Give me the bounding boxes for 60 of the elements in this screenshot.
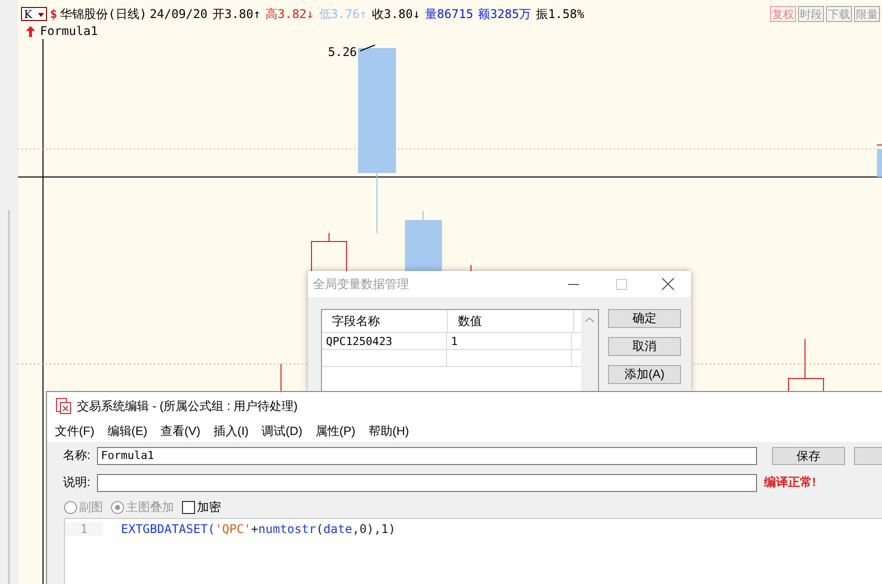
quote-value: 收3.80: [372, 6, 413, 22]
menu-item[interactable]: 调试(D): [262, 422, 302, 440]
save-button[interactable]: 保存: [772, 446, 845, 464]
leader-line: [360, 44, 376, 52]
close-icon[interactable]: [662, 278, 674, 290]
option-label: 副图: [79, 498, 103, 516]
candlestick: [876, 144, 882, 177]
menu-item[interactable]: 帮助(H): [368, 422, 409, 440]
document-icon: [55, 398, 71, 414]
quote-value: 额3285万: [478, 6, 532, 22]
menu-item[interactable]: 编辑(E): [107, 422, 148, 440]
stock-name: 华锦股份(日线): [60, 6, 147, 22]
option-label: 加密: [197, 498, 221, 516]
column-header: 数值: [448, 310, 574, 332]
field-label: 名称:: [63, 447, 92, 464]
dialog-button[interactable]: 确定: [608, 309, 681, 328]
up-arrow-icon: [26, 26, 35, 36]
menu-item[interactable]: 属性(P): [315, 422, 356, 440]
arrow-icon: ↑: [253, 7, 261, 21]
quote-value: 低3.76: [318, 6, 360, 22]
quote-value: 开3.80: [212, 6, 254, 22]
line-number: 1: [65, 522, 103, 536]
candlestick: [311, 232, 347, 272]
table-cell: QPC1250423: [322, 333, 447, 349]
description-field[interactable]: [97, 474, 757, 492]
scroll-up-icon[interactable]: [585, 317, 594, 323]
quote-date: 24/09/20: [150, 7, 208, 21]
period-button[interactable]: K: [21, 7, 47, 21]
arrow-icon: ↑: [360, 7, 367, 21]
quote-value: 量86715: [425, 6, 474, 22]
candlestick: [405, 210, 442, 271]
market-mark: $: [50, 7, 58, 21]
button[interactable]: [854, 446, 882, 464]
dialog-button[interactable]: 添加(A): [608, 365, 681, 384]
column-header: 字段名称: [322, 310, 448, 332]
candlestick: [788, 338, 824, 392]
menu-item[interactable]: 插入(I): [213, 422, 249, 440]
candlestick: [280, 364, 282, 392]
menu-item[interactable]: 查看(V): [160, 422, 200, 440]
checkbox[interactable]: [182, 500, 195, 514]
window-title: 交易系统编辑 - (所属公式组 : 用户待处理): [77, 398, 298, 414]
code-editor[interactable]: 1 EXTGBDATASET('QPC'+numtostr(date,0),1): [64, 518, 882, 584]
arrow-icon: ↓: [306, 7, 314, 21]
minimize-icon[interactable]: [568, 284, 579, 286]
quote-value: 高3.82: [266, 6, 307, 22]
field-label: 说明:: [63, 474, 92, 491]
option-label: 主图叠加: [126, 498, 174, 516]
table-cell: 1: [447, 333, 572, 349]
scroll-bar[interactable]: [581, 310, 598, 391]
dialog-title: 全局变量数据管理: [313, 276, 409, 292]
name-field[interactable]: Formula1: [97, 446, 757, 464]
quote-value: 振1.58%: [536, 6, 584, 22]
formula-name: Formula1: [40, 24, 98, 38]
code-line: EXTGBDATASET('QPC'+numtostr(date,0),1): [121, 522, 396, 536]
menu-item[interactable]: 文件(F): [55, 422, 94, 440]
compile-status: 编译正常!: [764, 474, 816, 491]
maximize-icon[interactable]: [616, 279, 627, 290]
arrow-icon: ↓: [412, 7, 420, 21]
price-label: 5.26: [328, 45, 357, 59]
dialog-button[interactable]: 取消: [608, 337, 681, 356]
